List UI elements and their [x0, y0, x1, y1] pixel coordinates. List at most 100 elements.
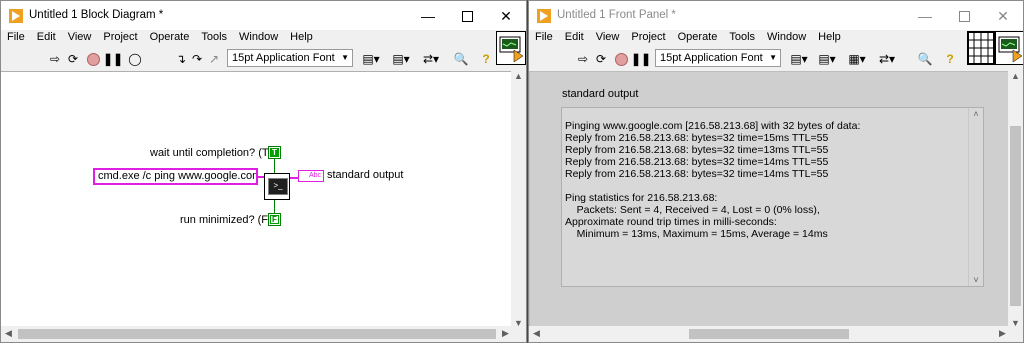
vertical-scroll-thumb[interactable] — [1010, 126, 1021, 306]
title-bar: Untitled 1 Block Diagram * — ✕ — [1, 1, 526, 31]
scroll-left-arrow-icon[interactable]: ◀ — [529, 328, 544, 339]
labview-app-icon — [9, 9, 23, 23]
step-out-icon[interactable]: ↗ — [206, 50, 222, 68]
retain-wire-values-icon[interactable]: ↴ — [173, 50, 189, 68]
close-button[interactable]: ✕ — [484, 1, 526, 31]
chevron-down-icon: ▼ — [769, 53, 777, 62]
run-minimized-constant[interactable]: F — [268, 213, 281, 226]
standard-output-label: standard output — [562, 88, 639, 100]
reorder-icon[interactable]: ⇄▾ — [875, 50, 899, 68]
scroll-right-arrow-icon[interactable]: ▶ — [995, 328, 1010, 339]
minimized-constant-value: F — [270, 215, 279, 224]
help-icon[interactable]: ? — [479, 50, 493, 68]
indicator-scrollbar[interactable]: ˄ ˅ — [968, 108, 983, 286]
close-button[interactable]: ✕ — [981, 1, 1023, 31]
standard-output-text: Pinging www.google.com [216.58.213.68] w… — [565, 120, 861, 240]
font-select[interactable]: 15pt Application Font ▼ — [655, 49, 781, 67]
align-icon[interactable]: ▤▾ — [788, 50, 810, 68]
boolean-wire[interactable] — [274, 159, 275, 173]
toolbar: ⇨ ⟳ ❚❚ ◯ ↴ ↷ ↗ 15pt Application Font ▼ ▤▾… — [1, 47, 526, 71]
standard-output-indicator[interactable]: Abc — [298, 170, 324, 182]
menu-file[interactable]: File — [1, 30, 31, 47]
menu-view[interactable]: View — [590, 30, 626, 47]
vertical-scrollbar[interactable]: ▲ ▼ — [511, 71, 526, 328]
align-icon[interactable]: ▤▾ — [360, 50, 382, 68]
distribute-icon[interactable]: ▤▾ — [815, 50, 839, 68]
scroll-up-arrow-icon[interactable]: ▲ — [1008, 71, 1023, 81]
vi-icon-pane[interactable] — [995, 31, 1023, 65]
command-line-constant[interactable]: cmd.exe /c ping www.google.com — [93, 168, 258, 185]
standard-output-label: standard output — [327, 169, 404, 181]
menu-operate[interactable]: Operate — [144, 30, 196, 47]
highlight-execution-icon[interactable]: ◯ — [127, 50, 143, 68]
menu-help[interactable]: Help — [812, 30, 847, 47]
panel-background: standard output Pinging www.google.com [… — [529, 71, 1010, 328]
scroll-up-arrow-icon[interactable]: ▲ — [511, 71, 526, 81]
run-arrow-icon[interactable]: ⇨ — [575, 50, 591, 68]
horizontal-scroll-thumb[interactable] — [689, 329, 849, 339]
front-panel-canvas[interactable]: standard output Pinging www.google.com [… — [529, 71, 1010, 328]
menu-help[interactable]: Help — [284, 30, 319, 47]
font-select-label: 15pt Application Font — [232, 52, 335, 64]
horizontal-scroll-thumb[interactable] — [18, 329, 496, 339]
wait-until-completion-label: wait until completion? (T) — [150, 147, 273, 159]
menu-project[interactable]: Project — [97, 30, 143, 47]
search-icon[interactable]: 🔍 — [453, 50, 469, 68]
maximize-button[interactable] — [942, 1, 986, 31]
window-title: Untitled 1 Front Panel * — [557, 9, 676, 21]
run-continuously-icon[interactable]: ⟳ — [65, 50, 81, 68]
menu-window[interactable]: Window — [761, 30, 812, 47]
connector-pane-grid-icon — [968, 32, 994, 64]
vi-icon — [998, 36, 1023, 63]
horizontal-scrollbar[interactable]: ◀ ▶ — [1, 326, 513, 342]
minimize-button[interactable]: — — [406, 1, 450, 31]
front-panel-window: Untitled 1 Front Panel * — ✕ File Edit V… — [528, 0, 1024, 343]
wait-until-completion-constant[interactable]: T — [268, 146, 281, 159]
command-prompt-icon: >_ — [268, 178, 288, 195]
toolbar: ⇨ ⟳ ❚❚ 15pt Application Font ▼ ▤▾ ▤▾ ▦▾ ⇄… — [529, 47, 1023, 71]
system-exec-vi[interactable]: >_ — [264, 173, 290, 200]
scroll-right-arrow-icon[interactable]: ▶ — [498, 328, 513, 339]
scroll-up-arrow-icon[interactable]: ˄ — [969, 109, 983, 119]
string-wire-out[interactable] — [290, 177, 298, 179]
minimize-button[interactable]: — — [903, 1, 947, 31]
scroll-left-arrow-icon[interactable]: ◀ — [1, 328, 16, 339]
standard-output-string-indicator[interactable]: Pinging www.google.com [216.58.213.68] w… — [561, 107, 984, 287]
menu-window[interactable]: Window — [233, 30, 284, 47]
menu-view[interactable]: View — [62, 30, 98, 47]
menu-project[interactable]: Project — [625, 30, 671, 47]
boolean-wire-2[interactable] — [274, 200, 275, 214]
run-arrow-icon[interactable]: ⇨ — [47, 50, 63, 68]
distribute-icon[interactable]: ▤▾ — [389, 50, 413, 68]
connector-pane[interactable] — [967, 31, 995, 65]
scroll-down-arrow-icon[interactable]: ▼ — [511, 318, 526, 328]
abort-icon[interactable] — [613, 50, 629, 68]
menu-file[interactable]: File — [529, 30, 559, 47]
search-icon[interactable]: 🔍 — [917, 50, 933, 68]
font-select[interactable]: 15pt Application Font ▼ — [227, 49, 353, 67]
window-title: Untitled 1 Block Diagram * — [29, 9, 164, 21]
run-continuously-icon[interactable]: ⟳ — [593, 50, 609, 68]
menu-edit[interactable]: Edit — [559, 30, 590, 47]
menu-tools[interactable]: Tools — [195, 30, 233, 47]
menu-operate[interactable]: Operate — [672, 30, 724, 47]
block-diagram-canvas[interactable]: wait until completion? (T) T cmd.exe /c … — [1, 71, 513, 329]
vi-icon-pane[interactable] — [496, 31, 526, 65]
horizontal-scrollbar[interactable]: ◀ ▶ — [529, 326, 1010, 342]
block-diagram-window: Untitled 1 Block Diagram * — ✕ File Edit… — [0, 0, 527, 343]
chevron-down-icon: ▼ — [341, 53, 349, 62]
menu-tools[interactable]: Tools — [723, 30, 761, 47]
vertical-scrollbar[interactable]: ▲ ▼ — [1008, 71, 1023, 328]
scroll-down-arrow-icon[interactable]: ˅ — [969, 275, 983, 285]
menu-bar: File Edit View Project Operate Tools Win… — [529, 30, 1023, 47]
pause-icon[interactable]: ❚❚ — [631, 50, 651, 68]
scroll-down-arrow-icon[interactable]: ▼ — [1008, 318, 1023, 328]
step-into-icon[interactable]: ↷ — [189, 50, 205, 68]
menu-edit[interactable]: Edit — [31, 30, 62, 47]
abort-icon[interactable] — [85, 50, 101, 68]
help-icon[interactable]: ? — [943, 50, 957, 68]
maximize-button[interactable] — [445, 1, 489, 31]
reorder-icon[interactable]: ⇄▾ — [419, 50, 443, 68]
resize-icon[interactable]: ▦▾ — [845, 50, 869, 68]
pause-icon[interactable]: ❚❚ — [103, 50, 123, 68]
